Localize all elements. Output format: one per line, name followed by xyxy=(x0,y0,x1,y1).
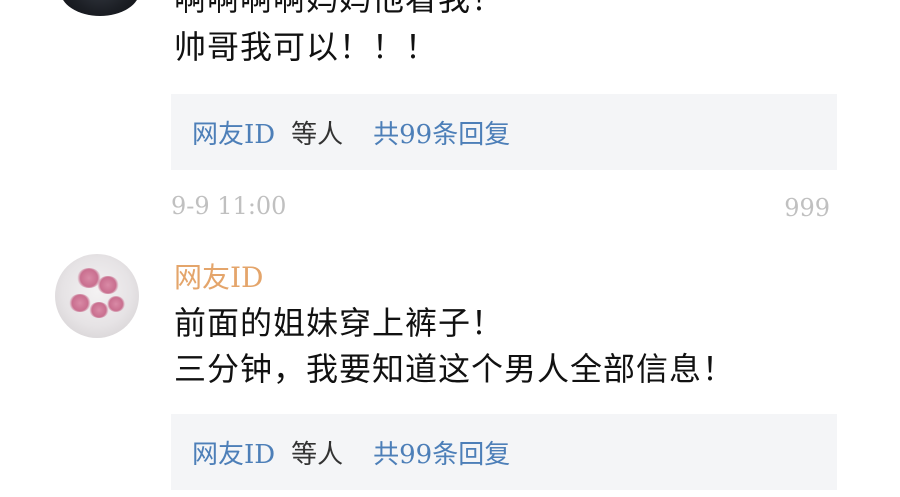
like-count[interactable]: 999 xyxy=(784,194,830,222)
flower-decoration xyxy=(107,296,125,312)
comment-username[interactable]: 网友ID xyxy=(174,256,264,296)
comment-timestamp: 9-9 11:00 xyxy=(171,192,287,220)
comment-text-line: 帅哥我可以！！！ xyxy=(174,28,439,66)
comment-feed: 啊啊啊啊妈妈他看我！ 帅哥我可以！！！ 网友ID 等人 共99条回复 9-9 1… xyxy=(0,0,900,497)
comment-text-line: 三分钟，我要知道这个男人全部信息！ xyxy=(174,350,736,388)
reply-etc-label: 等人 xyxy=(291,439,344,470)
reply-etc-label: 等人 xyxy=(291,119,344,150)
flower-decoration xyxy=(97,276,119,294)
reply-user-link[interactable]: 网友ID xyxy=(192,434,275,471)
reply-user-link[interactable]: 网友ID xyxy=(192,114,275,151)
reply-count-link[interactable]: 共99条回复 xyxy=(373,434,510,471)
flower-decoration xyxy=(89,302,109,318)
reply-count-link[interactable]: 共99条回复 xyxy=(373,114,510,151)
comment-text-line: 啊啊啊啊妈妈他看我！ xyxy=(174,0,504,22)
avatar[interactable] xyxy=(55,254,139,338)
avatar[interactable] xyxy=(60,0,140,16)
comment-text-line: 前面的姐妹穿上裤子！ xyxy=(174,304,505,342)
flower-decoration xyxy=(69,294,91,312)
reply-summary-row: 网友ID 等人 共99条回复 xyxy=(192,94,510,170)
reply-summary-row: 网友ID 等人 共99条回复 xyxy=(192,414,510,490)
reply-summary-box[interactable]: 网友ID 等人 共99条回复 xyxy=(171,94,837,170)
reply-summary-box[interactable]: 网友ID 等人 共99条回复 xyxy=(171,414,837,490)
